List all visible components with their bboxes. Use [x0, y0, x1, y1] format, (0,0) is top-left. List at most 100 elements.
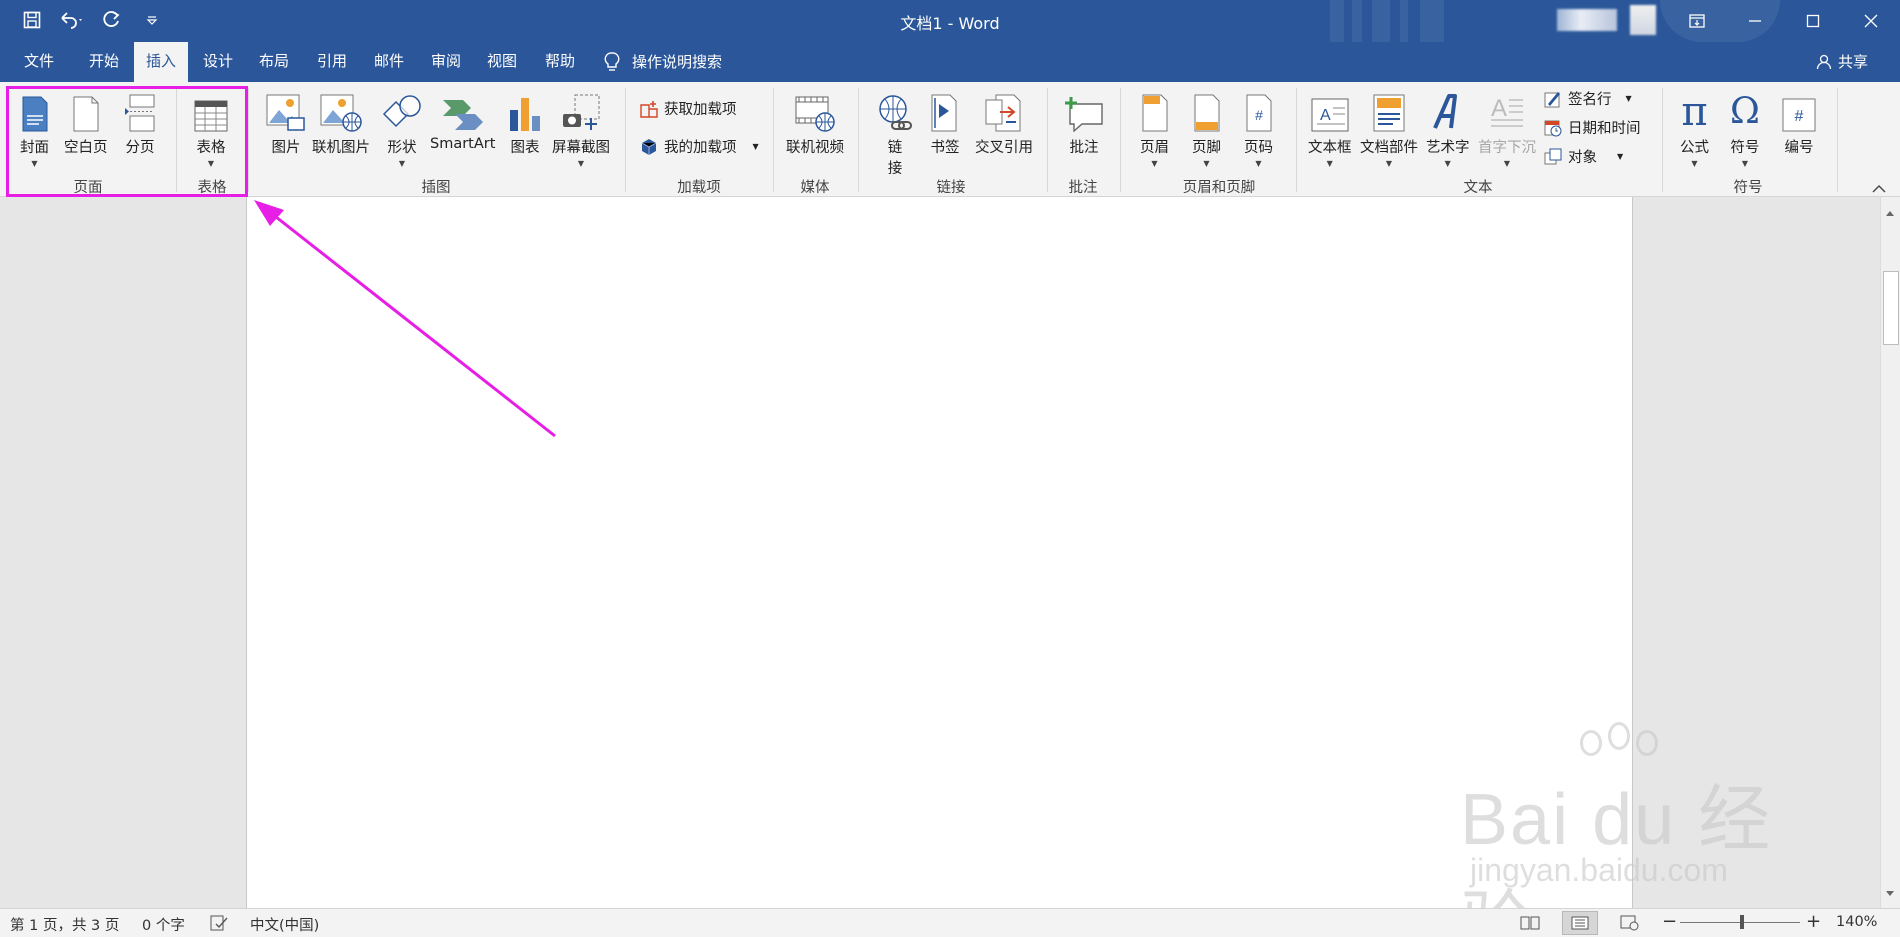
- zoom-slider-thumb[interactable]: [1740, 915, 1744, 929]
- read-mode-icon[interactable]: [1520, 915, 1540, 935]
- shapes-button[interactable]: 形状 ▼: [382, 90, 422, 169]
- group-label-symbols: 符号: [1733, 180, 1763, 196]
- tab-file[interactable]: 文件: [14, 42, 64, 82]
- object-label: 对象: [1568, 150, 1597, 166]
- tab-design[interactable]: 设计: [194, 42, 242, 82]
- tab-review[interactable]: 审阅: [422, 42, 470, 82]
- store-icon: [640, 100, 658, 118]
- group-separator: [1837, 88, 1838, 192]
- smartart-button[interactable]: SmartArt: [430, 90, 495, 152]
- online-picture-button[interactable]: 联机图片: [312, 90, 370, 157]
- tab-references[interactable]: 引用: [308, 42, 356, 82]
- language[interactable]: 中文(中国): [250, 914, 319, 935]
- chevron-down-icon: ▼: [1203, 159, 1210, 168]
- get-addins-label: 获取加载项: [664, 102, 737, 118]
- word-count[interactable]: 0 个字: [142, 914, 185, 935]
- addin-cube-icon: [641, 138, 657, 155]
- picture-button[interactable]: 图片: [266, 90, 306, 157]
- tab-insert[interactable]: 插入: [134, 42, 188, 82]
- lightbulb-icon: [604, 52, 620, 71]
- omega-icon: Ω: [1730, 91, 1760, 132]
- web-layout-icon[interactable]: [1620, 915, 1640, 935]
- group-separator: [1047, 88, 1048, 192]
- equation-button[interactable]: π 公式 ▼: [1680, 90, 1709, 169]
- group-label-comments: 批注: [1068, 180, 1098, 196]
- chevron-down-icon: ▼: [1255, 159, 1262, 168]
- tab-mailings[interactable]: 邮件: [365, 42, 413, 82]
- pi-icon: π: [1681, 89, 1708, 135]
- ribbon-tab-bar: 文件 开始 插入 设计 布局 引用 邮件 审阅 视图 帮助 操作说明搜索 共享: [0, 42, 1900, 82]
- page-number-button[interactable]: # 页码 ▼: [1244, 90, 1273, 169]
- chevron-down-icon: ▼: [1385, 159, 1393, 168]
- zoom-in-icon[interactable]: +: [1806, 911, 1821, 932]
- footer-button[interactable]: 页脚 ▼: [1192, 90, 1221, 169]
- chevron-down-icon: ▼: [577, 159, 585, 168]
- scroll-down-icon[interactable]: [1885, 884, 1895, 902]
- footer-label: 页脚: [1192, 140, 1221, 156]
- screenshot-icon: [563, 94, 600, 130]
- calendar-clock-icon: [1544, 120, 1562, 136]
- screenshot-button[interactable]: 屏幕截图 ▼: [552, 90, 610, 169]
- scroll-up-icon[interactable]: [1885, 203, 1895, 221]
- wordart-button[interactable]: 艺术字 ▼: [1426, 90, 1470, 169]
- drop-cap-button[interactable]: A 首字下沉 ▼: [1478, 90, 1536, 169]
- bookmark-icon: [931, 94, 957, 132]
- signature-line-button[interactable]: 签名行 ▼: [1544, 88, 1632, 109]
- number-button[interactable]: # 编号: [1782, 90, 1816, 157]
- textbox-icon: A: [1311, 98, 1349, 132]
- vertical-scrollbar[interactable]: [1880, 197, 1900, 908]
- comment-button[interactable]: 批注: [1064, 90, 1104, 157]
- avatar[interactable]: [1630, 5, 1656, 35]
- svg-text:A: A: [1320, 107, 1331, 124]
- signature-line-label: 签名行: [1568, 92, 1612, 108]
- textbox-button[interactable]: A 文本框 ▼: [1308, 90, 1352, 169]
- object-button[interactable]: 对象 ▼: [1544, 146, 1623, 167]
- online-video-button[interactable]: 联机视频: [786, 90, 844, 157]
- link-button[interactable]: 链 接: [876, 90, 914, 178]
- my-addins-label: 我的加载项: [664, 140, 737, 156]
- zoom-level[interactable]: 140%: [1836, 914, 1877, 930]
- shapes-icon: [382, 95, 421, 128]
- number-icon: #: [1782, 98, 1816, 132]
- number-label: 编号: [1784, 140, 1814, 156]
- quick-parts-label: 文档部件: [1360, 140, 1418, 156]
- account-name[interactable]: [1557, 9, 1617, 31]
- bookmark-button[interactable]: 书签: [930, 90, 960, 157]
- collapse-ribbon-icon[interactable]: [1872, 180, 1886, 198]
- my-addins-button[interactable]: 我的加载项 ▼: [640, 136, 759, 157]
- online-video-icon: [795, 96, 835, 132]
- page-count[interactable]: 第 1 页，共 3 页: [10, 914, 119, 935]
- quick-parts-button[interactable]: 文档部件 ▼: [1360, 90, 1418, 169]
- group-separator: [1662, 88, 1663, 192]
- proofing-icon[interactable]: [210, 915, 228, 935]
- link-label-line1: 链: [887, 140, 903, 156]
- chart-icon: [510, 98, 540, 131]
- tab-help[interactable]: 帮助: [536, 42, 584, 82]
- close-icon[interactable]: [1842, 0, 1900, 42]
- header-button[interactable]: 页眉 ▼: [1140, 90, 1169, 169]
- chart-button[interactable]: 图表: [508, 90, 542, 157]
- group-separator: [773, 88, 774, 192]
- maximize-icon[interactable]: [1784, 0, 1842, 42]
- ribbon-display-options-icon[interactable]: [1668, 0, 1726, 42]
- symbol-button[interactable]: Ω 符号 ▼: [1730, 90, 1760, 169]
- scrollbar-thumb[interactable]: [1883, 271, 1899, 345]
- minimize-icon[interactable]: [1726, 0, 1784, 42]
- tab-layout[interactable]: 布局: [250, 42, 298, 82]
- share-button[interactable]: 共享: [1816, 42, 1876, 82]
- date-time-button[interactable]: 日期和时间: [1544, 117, 1641, 138]
- tab-view[interactable]: 视图: [478, 42, 526, 82]
- get-addins-button[interactable]: 获取加载项: [640, 98, 737, 119]
- footer-icon: [1194, 94, 1219, 132]
- chevron-down-icon: ▼: [398, 159, 406, 168]
- tell-me-search[interactable]: 操作说明搜索: [604, 42, 738, 82]
- tell-me-label: 操作说明搜索: [632, 53, 723, 71]
- print-layout-icon[interactable]: [1562, 911, 1598, 935]
- drop-cap-label: 首字下沉: [1478, 140, 1536, 156]
- tab-home[interactable]: 开始: [78, 42, 130, 82]
- group-label-illustrations: 插图: [421, 180, 451, 196]
- cross-reference-button[interactable]: 交叉引用: [975, 90, 1033, 157]
- zoom-out-icon[interactable]: −: [1662, 911, 1677, 932]
- group-label-links: 链接: [936, 180, 966, 196]
- comment-label: 批注: [1069, 140, 1099, 156]
